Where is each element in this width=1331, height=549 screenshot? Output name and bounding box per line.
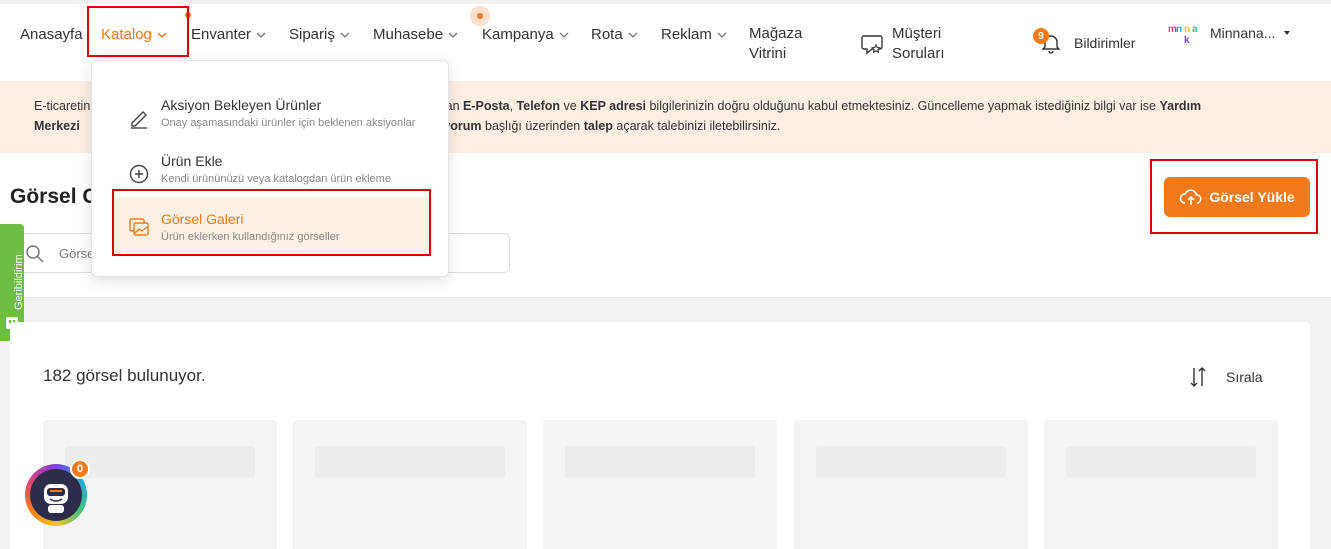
upload-image-button[interactable]: Görsel Yükle xyxy=(1164,177,1310,217)
image-tile[interactable] xyxy=(543,420,777,549)
nav-reklam[interactable]: Reklam xyxy=(661,26,727,43)
katalog-dropdown-menu: Aksiyon Bekleyen Ürünler Onay aşamasında… xyxy=(91,60,449,277)
plus-circle-icon xyxy=(129,164,149,184)
store-logo: m n n a k xyxy=(1168,24,1198,46)
skeleton-bar xyxy=(565,446,755,478)
nav-katalog[interactable]: Katalog xyxy=(101,26,167,43)
chevron-down-icon xyxy=(559,32,569,38)
skeleton-bar xyxy=(315,446,505,478)
sort-icon xyxy=(1190,367,1206,387)
nav-rota[interactable]: Rota xyxy=(591,26,638,43)
user-menu[interactable]: m n n a k Minnana... xyxy=(1168,24,1291,48)
help-center-link[interactable]: Yardım xyxy=(1159,99,1201,113)
menu-item-gorsel-galeri[interactable]: Görsel Galeri Ürün eklerken kullandığını… xyxy=(114,197,432,253)
caret-down-icon xyxy=(1284,31,1291,35)
skeleton-bar xyxy=(816,446,1006,478)
chevron-down-icon xyxy=(256,32,266,38)
image-tile[interactable] xyxy=(293,420,527,549)
chevron-down-icon xyxy=(340,32,350,38)
menu-item-aksiyon-bekleyen-urunler[interactable]: Aksiyon Bekleyen Ürünler Onay aşamasında… xyxy=(114,97,432,151)
gallery-icon xyxy=(129,218,149,236)
nav-kampanya[interactable]: Kampanya xyxy=(482,26,569,43)
search-placeholder: Görse xyxy=(59,246,95,261)
notifications-button[interactable]: Bildirimler xyxy=(1040,32,1135,54)
notifications-count-badge: 9 xyxy=(1033,28,1049,44)
sort-button[interactable]: Sırala xyxy=(1188,364,1263,390)
nav-anasayfa[interactable]: Anasayfa xyxy=(20,26,83,43)
search-icon xyxy=(26,245,44,263)
new-indicator-dot xyxy=(185,12,191,18)
gallery-panel: 182 görsel bulunuyor. Sırala xyxy=(10,322,1310,549)
chevron-down-icon xyxy=(717,32,727,38)
nav-envanter[interactable]: Envanter xyxy=(191,26,266,43)
image-tile[interactable] xyxy=(1044,420,1278,549)
nav-muhasebe[interactable]: Muhasebe xyxy=(373,26,458,43)
chevron-down-icon xyxy=(628,32,638,38)
chevron-down-icon xyxy=(448,32,458,38)
image-tile[interactable] xyxy=(794,420,1028,549)
page-title: Görsel G xyxy=(10,185,99,208)
customer-questions-icon xyxy=(861,35,883,55)
kampanya-indicator-dot xyxy=(477,13,483,19)
cloud-upload-icon xyxy=(1180,189,1202,205)
skeleton-bar xyxy=(65,446,255,478)
image-count: 182 görsel bulunuyor. xyxy=(43,366,206,385)
chevron-down-icon xyxy=(157,31,167,38)
skeleton-bar xyxy=(1066,446,1256,478)
nav-musteri-sorulari[interactable]: Müşteri Soruları xyxy=(892,24,945,64)
pencil-icon xyxy=(131,111,147,129)
nav-siparis[interactable]: Sipariş xyxy=(289,26,350,43)
bot-notification-badge: 0 xyxy=(70,459,90,479)
nav-magaza-vitrini[interactable]: Mağaza Vitrini xyxy=(749,24,802,64)
